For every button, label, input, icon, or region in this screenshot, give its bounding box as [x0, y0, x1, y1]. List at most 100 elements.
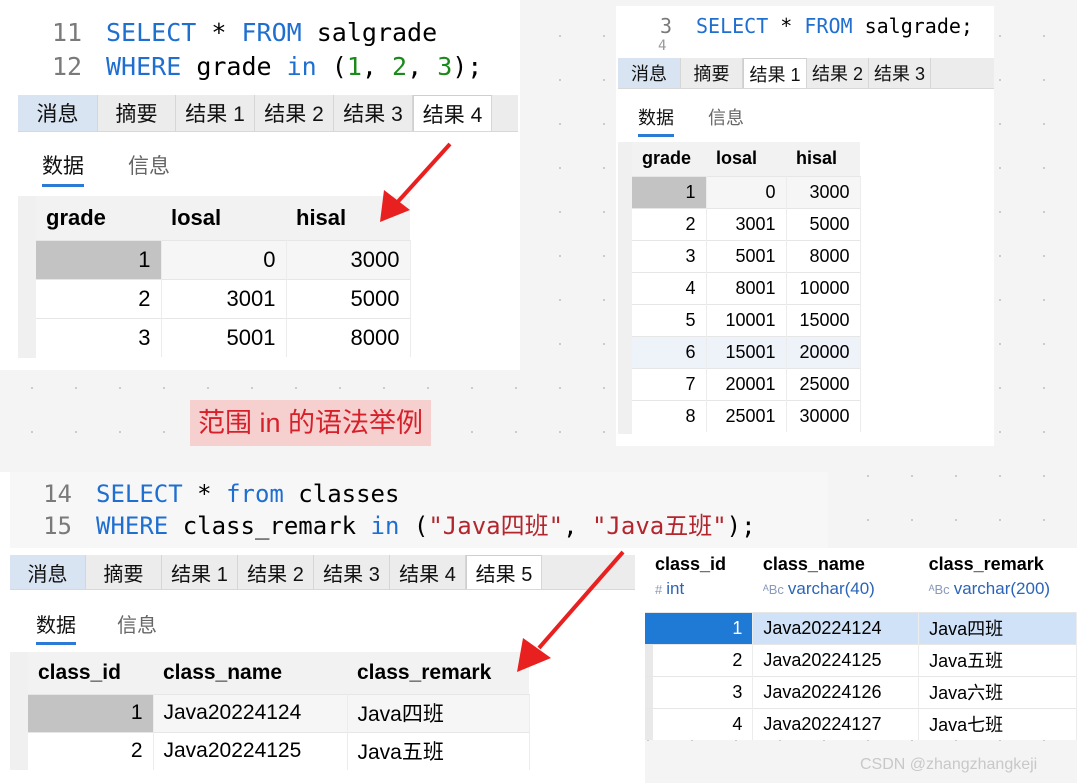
column-header[interactable]: class_remark — [347, 652, 529, 694]
table-row[interactable]: 1 0 3000 — [36, 239, 411, 279]
table-cell[interactable]: 0 — [706, 175, 787, 208]
table-cell[interactable]: 4 — [645, 707, 754, 740]
table-cell[interactable]: 1 — [36, 239, 162, 279]
result-tab[interactable]: 结果 3 — [869, 58, 931, 88]
column-header[interactable]: class_id — [28, 652, 153, 694]
table-cell[interactable]: Java四班 — [347, 693, 530, 732]
column-header[interactable]: class_name — [153, 652, 347, 694]
table-cell[interactable]: 3 — [36, 317, 162, 357]
table-cell[interactable]: 8001 — [706, 271, 787, 304]
table-row[interactable]: 3 5001 8000 — [36, 317, 411, 357]
result-tab[interactable]: 消息 — [10, 555, 86, 589]
table-cell[interactable]: Java六班 — [918, 675, 1077, 708]
table-cell[interactable]: 30000 — [786, 399, 861, 432]
column-header[interactable]: losal — [161, 196, 286, 240]
result-tab[interactable]: 结果 4 — [413, 95, 492, 131]
table-cell[interactable]: 3000 — [286, 239, 411, 279]
table-cell[interactable]: 5001 — [161, 317, 287, 357]
table-row[interactable]: 4 8001 10000 — [632, 271, 861, 304]
table-cell[interactable]: 25000 — [786, 367, 861, 400]
table-row[interactable]: 7 20001 25000 — [632, 367, 861, 400]
column-header[interactable]: class_id # int — [645, 548, 753, 612]
table-row[interactable]: 6 15001 20000 — [632, 335, 861, 368]
table-cell[interactable]: 3 — [632, 239, 707, 272]
result-tab[interactable]: 结果 1 — [743, 58, 807, 88]
table-cell[interactable]: 8000 — [286, 317, 411, 357]
column-header[interactable]: grade — [36, 196, 161, 240]
result-tab[interactable]: 结果 3 — [314, 555, 390, 589]
table-row[interactable]: 2 Java20224125 Java五班 — [645, 643, 1077, 676]
table-cell[interactable]: 25001 — [706, 399, 787, 432]
table-row[interactable]: 1 Java20224124 Java四班 — [645, 611, 1077, 644]
table-cell[interactable]: Java20224126 — [752, 675, 920, 708]
result-grid-b[interactable]: grade losal hisal 1 0 3000 2 3001 5000 3 5001 8000 4… — [632, 142, 861, 432]
table-cell[interactable]: 3001 — [161, 278, 287, 318]
result-tab[interactable]: 结果 1 — [176, 95, 255, 131]
table-cell[interactable]: 2 — [36, 278, 162, 318]
table-cell[interactable]: 1 — [28, 693, 154, 732]
table-cell[interactable]: 5001 — [706, 239, 787, 272]
table-row[interactable]: 4 Java20224127 Java七班 — [645, 707, 1077, 740]
column-header[interactable]: class_remark ᴬBc varchar(200) — [918, 548, 1077, 612]
table-cell[interactable]: 1 — [645, 611, 754, 644]
result-tab[interactable]: 结果 2 — [255, 95, 334, 131]
column-header[interactable]: losal — [706, 142, 786, 176]
result-grid-a[interactable]: grade losal hisal 1 0 3000 2 3001 5000 3 5001 8000 — [36, 196, 411, 357]
sql-editor-c[interactable]: 14 SELECT * from classes 15 WHERE class_rem… — [42, 478, 755, 542]
subtab-info-a[interactable]: 信息 — [128, 150, 170, 180]
table-cell[interactable]: 2 — [645, 643, 754, 676]
table-row[interactable]: 2 3001 5000 — [632, 207, 861, 240]
table-cell[interactable]: 8000 — [786, 239, 861, 272]
result-grid-c[interactable]: class_id class_name class_remark 1 Java20224… — [28, 652, 530, 770]
result-tab[interactable]: 消息 — [18, 95, 98, 131]
subtab-data-b[interactable]: 数据 — [638, 104, 674, 137]
table-cell[interactable]: 2 — [28, 731, 154, 770]
table-cell[interactable]: 10000 — [786, 271, 861, 304]
table-cell[interactable]: Java五班 — [347, 731, 530, 770]
table-cell[interactable]: 0 — [161, 239, 287, 279]
result-tab[interactable]: 消息 — [618, 58, 681, 88]
result-tab[interactable]: 摘要 — [681, 58, 743, 88]
table-cell[interactable]: Java20224124 — [752, 611, 920, 644]
column-header[interactable]: grade — [632, 142, 706, 176]
subtab-info-c[interactable]: 信息 — [117, 609, 157, 638]
result-tab[interactable]: 结果 2 — [807, 58, 869, 88]
table-cell[interactable]: Java20224124 — [153, 693, 348, 732]
table-cell[interactable]: Java20224125 — [153, 731, 348, 770]
table-cell[interactable]: 4 — [632, 271, 707, 304]
table-cell[interactable]: 8 — [632, 399, 707, 432]
table-row[interactable]: 2 Java20224125 Java五班 — [28, 731, 530, 770]
table-cell[interactable]: 20000 — [786, 335, 861, 368]
table-cell[interactable]: 6 — [632, 335, 707, 368]
table-cell[interactable]: 5 — [632, 303, 707, 336]
column-header[interactable]: hisal — [786, 142, 860, 176]
table-cell[interactable]: 5000 — [786, 207, 861, 240]
table-cell[interactable]: Java五班 — [918, 643, 1077, 676]
sql-editor-b[interactable]: 3 SELECT * FROM salgrade; — [658, 12, 973, 40]
table-cell[interactable]: Java四班 — [918, 611, 1077, 644]
result-tab[interactable]: 结果 1 — [162, 555, 238, 589]
subtab-data-a[interactable]: 数据 — [42, 150, 84, 187]
result-tab[interactable]: 结果 4 — [390, 555, 466, 589]
table-row[interactable]: 5 10001 15000 — [632, 303, 861, 336]
table-designer-grid[interactable]: class_id # int class_name ᴬBc varchar(40) clas… — [645, 548, 1077, 740]
table-cell[interactable]: 10001 — [706, 303, 787, 336]
subtab-info-b[interactable]: 信息 — [708, 104, 744, 130]
sql-editor-a[interactable]: 11 SELECT * FROM salgrade 12 WHERE grade in… — [52, 16, 482, 84]
result-tab[interactable]: 结果 2 — [238, 555, 314, 589]
table-cell[interactable]: 5000 — [286, 278, 411, 318]
table-row[interactable]: 2 3001 5000 — [36, 278, 411, 318]
table-cell[interactable]: 3000 — [786, 175, 861, 208]
result-tab[interactable]: 摘要 — [98, 95, 176, 131]
table-row[interactable]: 8 25001 30000 — [632, 399, 861, 432]
table-cell[interactable]: Java20224127 — [752, 707, 920, 740]
table-cell[interactable]: 3 — [645, 675, 754, 708]
table-cell[interactable]: 7 — [632, 367, 707, 400]
table-cell[interactable]: 2 — [632, 207, 707, 240]
table-cell[interactable]: 15001 — [706, 335, 787, 368]
column-header[interactable]: class_name ᴬBc varchar(40) — [752, 548, 919, 612]
table-row[interactable]: 1 Java20224124 Java四班 — [28, 693, 530, 732]
result-tab[interactable]: 摘要 — [86, 555, 162, 589]
table-cell[interactable]: 3001 — [706, 207, 787, 240]
table-row[interactable]: 1 0 3000 — [632, 175, 861, 208]
